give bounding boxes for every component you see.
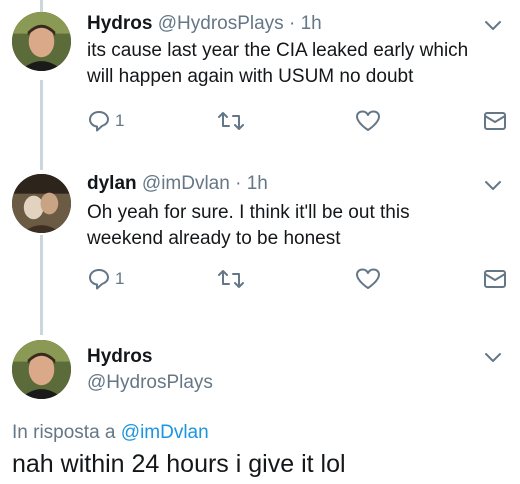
tweet-text-line: its cause last year the CIA leaked early… <box>87 40 469 61</box>
tweet-text-line: will happen again with USUM no doubt <box>87 66 414 87</box>
retweet-icon <box>218 270 244 288</box>
reply-button[interactable]: 1 <box>87 108 124 134</box>
tweet-actions: 1 <box>87 108 507 136</box>
dm-button[interactable] <box>483 266 507 292</box>
tweet-actions: 1 <box>87 266 507 294</box>
envelope-icon <box>484 112 506 130</box>
like-button[interactable] <box>355 108 381 134</box>
avatar[interactable] <box>12 12 71 71</box>
retweet-icon <box>218 112 244 130</box>
reply-count: 1 <box>115 269 125 288</box>
separator-dot: · <box>235 173 242 194</box>
retweet-button[interactable] <box>217 266 245 292</box>
reply-prefix: In risposta a <box>12 422 116 443</box>
reply-context: In risposta a @imDvlan <box>12 422 209 444</box>
main-tweet-text: nah within 24 hours i give it lol <box>12 450 346 478</box>
envelope-icon <box>484 270 506 288</box>
author-handle[interactable]: @HydrosPlays <box>158 13 284 34</box>
tweet-text: its cause last year the CIA leaked early… <box>87 38 507 90</box>
reply-button[interactable]: 1 <box>87 266 124 292</box>
tweet-text: Oh yeah for sure. I think it'll be out t… <box>87 200 507 252</box>
author-handle[interactable]: @imDvlan <box>142 173 230 194</box>
timestamp[interactable]: 1h <box>301 13 322 34</box>
tweet-header: Hydros @HydrosPlays · 1h <box>87 12 322 36</box>
like-button[interactable] <box>355 266 381 292</box>
author-handle[interactable]: @HydrosPlays <box>87 372 213 394</box>
tweet-text-line: Oh yeah for sure. I think it'll be out t… <box>87 202 410 223</box>
tweet-header: dylan @imDvlan · 1h <box>87 172 268 196</box>
avatar[interactable] <box>12 340 71 399</box>
tweet-2[interactable]: dylan @imDvlan · 1h Oh yeah for sure. I … <box>0 160 520 330</box>
dm-button[interactable] <box>483 108 507 134</box>
reply-icon <box>89 269 109 290</box>
main-tweet: Hydros @HydrosPlays In risposta a @imDvl… <box>0 330 520 484</box>
timestamp[interactable]: 1h <box>247 173 268 194</box>
author-name[interactable]: dylan <box>87 173 137 194</box>
author-name[interactable]: Hydros <box>87 13 152 34</box>
reply-icon <box>89 111 109 132</box>
reply-count: 1 <box>115 111 125 130</box>
tweet-text-line: weekend already to be honest <box>87 228 341 249</box>
heart-icon <box>356 110 380 131</box>
separator-dot: · <box>288 13 296 34</box>
author-name[interactable]: Hydros <box>87 346 152 368</box>
avatar[interactable] <box>12 174 71 233</box>
heart-icon <box>356 268 380 289</box>
chevron-down-icon[interactable] <box>482 14 504 36</box>
chevron-down-icon[interactable] <box>482 174 504 196</box>
retweet-button[interactable] <box>217 108 245 134</box>
chevron-down-icon[interactable] <box>482 346 504 368</box>
reply-mention-link[interactable]: @imDvlan <box>121 422 209 443</box>
tweet-1[interactable]: Hydros @HydrosPlays · 1h its cause last … <box>0 0 520 160</box>
